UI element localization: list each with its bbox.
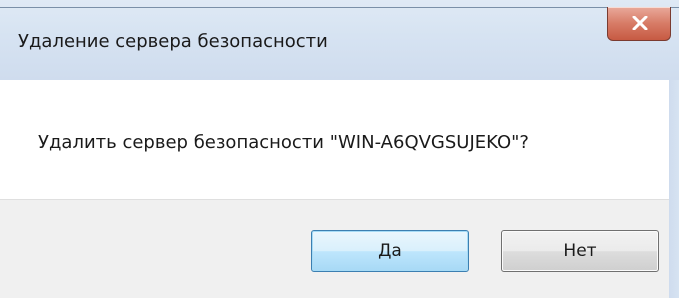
close-button[interactable] [607,7,671,41]
no-button[interactable]: Нет [501,230,659,272]
confirmation-message: Удалить сервер безопасности "WIN-A6QVGSU… [38,132,529,153]
title-bar[interactable]: Удаление сервера безопасности [0,0,679,80]
button-bar: Да Нет [0,199,669,298]
window-frame-right [669,80,679,298]
dialog-window: Удаление сервера безопасности Удалить се… [0,0,679,298]
title-bar-edge [0,7,679,8]
dialog-content: Удалить сервер безопасности "WIN-A6QVGSU… [0,80,669,199]
close-icon [632,16,648,30]
yes-button[interactable]: Да [311,230,469,272]
window-title: Удаление сервера безопасности [18,31,328,52]
